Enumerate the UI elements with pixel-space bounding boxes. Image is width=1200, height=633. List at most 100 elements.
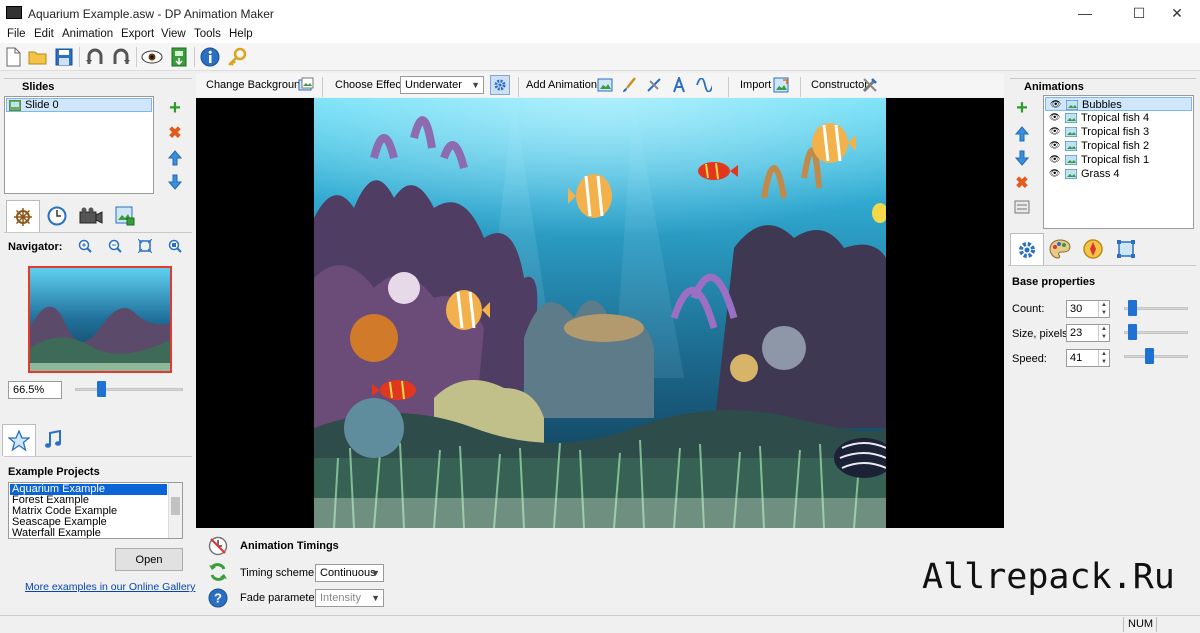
delete-slide-x-icon[interactable]: ✖ [167,125,183,142]
move-animation-up-arrow-icon[interactable] [1014,126,1030,142]
menu-animation[interactable]: Animation [62,28,113,40]
tab-navigator[interactable] [6,200,40,232]
delete-animation-x-icon[interactable]: ✖ [1014,175,1030,192]
fade-parameter-dropdown[interactable]: Intensity ▼ [315,589,384,607]
effects-toolbar: Change Background Choose Effect: Underwa… [196,73,1004,97]
example-projects-list[interactable]: Aquarium Example Forest Example Matrix C… [8,482,183,539]
stepper-arrows-icon[interactable]: ▲ ▼ [1098,301,1109,317]
key-icon[interactable] [226,46,248,68]
zoom-slider-track[interactable] [75,388,183,391]
list-item[interactable]: 👁 Tropical fish 1 [1045,153,1192,167]
move-slide-up-arrow-icon[interactable] [167,150,183,166]
effect-settings-gear-icon[interactable] [490,75,510,95]
change-background-icon[interactable] [298,77,314,93]
online-gallery-link[interactable]: More examples in our Online Gallery [25,581,195,593]
menu-file[interactable]: File [7,28,26,40]
aquarium-scene [314,98,886,528]
size-slider-thumb[interactable] [1128,324,1138,340]
timing-scheme-dropdown[interactable]: Continuous ▼ [315,564,384,582]
tab-timeline[interactable] [40,200,74,232]
import-image-icon[interactable] [773,77,789,93]
menu-help[interactable]: Help [229,28,253,40]
add-image-animation-icon[interactable] [597,77,613,93]
tab-camera[interactable] [74,200,108,232]
list-item[interactable]: 👁 Tropical fish 2 [1045,139,1192,153]
move-slide-down-arrow-icon[interactable] [167,174,183,190]
add-brush-animation-icon[interactable] [621,77,637,93]
fit-to-window-icon[interactable] [137,238,153,254]
menu-tools[interactable]: Tools [194,28,221,40]
export-icon[interactable] [168,46,190,68]
tab-favorites[interactable] [2,424,36,456]
slides-list[interactable]: Slide 0 [4,96,154,194]
tab-music[interactable] [36,424,70,456]
refresh-icon[interactable] [208,562,228,582]
help-question-icon[interactable]: ? [208,588,228,608]
constructor-tools-icon[interactable] [862,77,878,93]
redo-icon[interactable] [110,46,132,68]
size-stepper[interactable]: 23 ▲ ▼ [1066,324,1110,342]
add-path-animation-icon[interactable] [696,77,712,93]
zoom-slider-thumb[interactable] [97,381,106,397]
actual-size-icon[interactable] [167,238,183,254]
count-stepper[interactable]: 30 ▲ ▼ [1066,300,1110,318]
open-button[interactable]: Open [115,548,183,571]
visibility-eye-icon[interactable]: 👁 [1049,168,1060,179]
stepper-arrows-icon[interactable]: ▲ ▼ [1098,325,1109,341]
tab-colors[interactable] [1043,233,1077,265]
preview-canvas[interactable] [196,98,1004,528]
tab-export-slide[interactable] [108,200,142,232]
animations-list[interactable]: 👁 Bubbles 👁 Tropical fish 4 👁 Tropical f… [1043,95,1194,229]
count-slider-thumb[interactable] [1128,300,1138,316]
list-item[interactable]: 👁 Bubbles [1045,97,1192,111]
image-icon [1066,100,1078,110]
zoom-out-icon[interactable] [107,238,123,254]
open-folder-icon[interactable] [27,46,49,68]
zoom-level-field[interactable]: 66.5% [8,381,62,399]
add-slide-plus-icon[interactable]: + [167,97,183,119]
menu-export[interactable]: Export [121,28,154,40]
slide-item[interactable]: Slide 0 [6,98,152,112]
save-icon[interactable] [53,46,75,68]
visibility-eye-icon[interactable]: 👁 [1049,126,1060,137]
zoom-in-icon[interactable] [77,238,93,254]
timing-disabled-icon[interactable] [208,536,228,556]
tab-size[interactable] [1109,233,1143,265]
speed-slider-track[interactable] [1124,355,1188,358]
list-item[interactable]: 👁 Grass 4 [1045,167,1192,181]
move-animation-down-arrow-icon[interactable] [1014,150,1030,166]
minimize-button[interactable]: — [1062,0,1108,26]
title-bar: Aquarium Example.asw - DP Animation Make… [0,0,1200,26]
import-label: Import [740,79,772,91]
add-text-animation-icon[interactable] [671,77,687,93]
menu-view[interactable]: View [161,28,186,40]
status-bar: NUM [0,615,1200,633]
list-item[interactable]: Waterfall Example [12,528,101,539]
preview-eye-icon[interactable] [141,46,163,68]
projects-scrollbar[interactable] [168,483,182,538]
stepper-arrows-icon[interactable]: ▲ ▼ [1098,350,1109,366]
change-background-button[interactable]: Change Background [206,79,306,91]
close-button[interactable]: ✕ [1154,0,1200,26]
add-animation-plus-icon[interactable]: + [1014,97,1030,119]
effect-dropdown[interactable]: Underwater ▼ [400,76,484,94]
undo-icon[interactable] [84,46,106,68]
add-sprite-animation-icon[interactable] [646,77,662,93]
visibility-eye-icon[interactable]: 👁 [1049,112,1060,123]
navigator-thumbnail[interactable] [28,266,172,373]
menu-edit[interactable]: Edit [34,28,54,40]
visibility-eye-icon[interactable]: 👁 [1049,154,1060,165]
visibility-eye-icon[interactable]: 👁 [1050,99,1061,110]
visibility-eye-icon[interactable]: 👁 [1049,140,1060,151]
ship-wheel-icon [14,207,32,226]
list-item[interactable]: 👁 Tropical fish 4 [1045,111,1192,125]
speed-slider-thumb[interactable] [1144,348,1154,364]
tab-base-properties[interactable] [1010,233,1044,265]
timing-scheme-label: Timing scheme: [240,567,318,579]
speed-stepper[interactable]: 41 ▲ ▼ [1066,349,1110,367]
list-item[interactable]: 👁 Tropical fish 3 [1045,125,1192,139]
info-icon[interactable] [199,46,221,68]
tab-motion[interactable] [1076,233,1110,265]
new-file-icon[interactable] [2,46,24,68]
animation-properties-icon[interactable] [1014,199,1030,215]
